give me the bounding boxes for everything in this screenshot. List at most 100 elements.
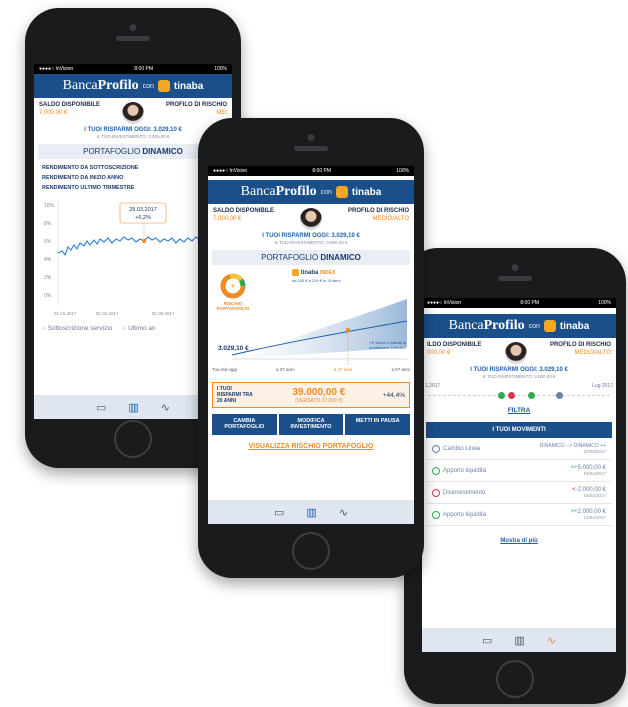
banca-profilo-logo: BancaProfilo	[62, 78, 139, 93]
rischio-value: MEDIO/ALTO	[372, 216, 409, 222]
movement-date: 22/05/2017	[583, 449, 606, 454]
movement-name: Disinvestimento	[443, 489, 486, 496]
avatar[interactable]	[504, 342, 527, 364]
deposit-icon	[432, 510, 440, 519]
speaker	[116, 36, 150, 41]
movement-date: 18/04/2017	[583, 471, 606, 476]
wallet-icon[interactable]: ▭	[274, 506, 284, 519]
home-button[interactable]	[114, 420, 152, 458]
age-tick: a 47 anni	[333, 367, 353, 372]
movement-date: 15/04/2017	[583, 493, 606, 498]
projection-paid: (VERSATO 27.000 €)	[295, 397, 343, 404]
y-tick: 6%	[44, 239, 52, 245]
timeline[interactable]	[428, 389, 610, 401]
rischio-label: PROFILO DI RISCHIO	[549, 342, 611, 348]
avatar[interactable]	[300, 208, 322, 230]
projection-percent: +44,4%	[382, 391, 405, 399]
speaker	[498, 276, 532, 281]
tinaba-logo-icon	[157, 80, 170, 92]
show-more-link[interactable]: Mostra di più	[422, 538, 616, 544]
tab-bar: ▭ ▥ ∿	[422, 628, 616, 652]
brand-con: con	[528, 322, 540, 330]
activity-icon[interactable]: ∿	[547, 634, 556, 647]
x-tick: 01.03.2017	[96, 311, 119, 316]
status-bar: ●●●●○ InVision 8:00 PM 100%	[34, 64, 232, 74]
projection-box: I TUOI RISPARMI TRA 20 ANNI 39.000,00 € …	[212, 382, 410, 408]
battery: 100%	[396, 168, 409, 174]
tinaba-wordmark: tinaba	[173, 80, 204, 92]
activity-icon[interactable]: ∿	[339, 506, 348, 519]
age-tick: Tua età oggi	[212, 367, 237, 372]
time: 8:00 PM	[312, 168, 331, 174]
line-change-icon	[432, 444, 440, 453]
home-button[interactable]	[292, 532, 330, 570]
tooltip-value: +6,2%	[135, 215, 151, 221]
time: 8:00 PM	[134, 66, 153, 72]
saldo-label: ILDO DISPONIBILE	[427, 342, 482, 348]
portfolio-band: PORTAFOGLIO DINAMICO	[212, 250, 410, 265]
tinaba-wordmark: tinaba	[559, 320, 590, 332]
projection-chart[interactable]	[212, 285, 410, 365]
movements-title: I TUOI MOVIMENTI	[426, 422, 612, 438]
avatar[interactable]	[122, 102, 144, 124]
age-axis: Tua età oggi a 37 anni a 47 anni a 57 an…	[212, 367, 410, 372]
movement-row[interactable]: Apporto liquidità >+5.000,00 €18/04/2017	[426, 460, 612, 482]
bar-chart-icon[interactable]: ▥	[128, 401, 138, 414]
movements-list: Cambio Linea DINAMICO --> DINAMICO ++ 22/…	[426, 438, 612, 526]
saldo-value: 7.000,00 €	[39, 110, 68, 116]
y-tick: 10%	[44, 203, 55, 209]
investment-total: IL TUO INVESTIMENTO: 3.000,00 €	[274, 240, 348, 245]
deposit-icon	[432, 466, 440, 475]
x-tick: 01.01.2017	[54, 311, 77, 316]
withdrawal-icon	[432, 488, 440, 497]
account-row: ILDO DISPONIBILE 000,00 € PROFILO DI RISC…	[422, 338, 616, 364]
screen-center: ●●●●○ InVision 8:00 PM 100% BancaProfilo…	[208, 166, 414, 524]
pause-button[interactable]: METTI IN PAUSA	[345, 414, 411, 435]
radio-subscription[interactable]: ○ Sottoscrizione servizio	[42, 325, 112, 332]
radio-last-year[interactable]: ○ Ultimo an	[122, 325, 155, 332]
brand-con: con	[320, 188, 332, 196]
saldo-value: 000,00 €	[427, 350, 451, 356]
timeline-dot[interactable]	[508, 392, 515, 399]
activity-icon[interactable]: ∿	[161, 401, 170, 414]
movement-row[interactable]: Cambio Linea DINAMICO --> DINAMICO ++ 22/…	[426, 438, 612, 460]
brand-con: con	[142, 82, 154, 90]
home-button[interactable]	[496, 660, 534, 698]
bar-chart-icon[interactable]: ▥	[514, 634, 524, 647]
age-tick: a 37 anni	[276, 367, 295, 372]
camera-icon	[129, 24, 137, 31]
carrier: ●●●●○ InVision	[427, 300, 462, 306]
timeline-dot[interactable]	[498, 392, 505, 399]
saldo-label: SALDO DISPONIBILE	[39, 102, 101, 108]
filter-link[interactable]: FILTRA	[422, 407, 616, 414]
tooltip-date: 28.03.2017	[129, 207, 157, 213]
tab-bar: ▭ ▥ ∿	[208, 500, 414, 524]
timeline-dot[interactable]	[528, 392, 535, 399]
movement-row[interactable]: Apporto liquidità >+2.000,00 €12/04/2017	[426, 504, 612, 526]
banca-profilo-logo: BancaProfilo	[448, 318, 525, 333]
carrier: ●●●●○ InVision	[39, 66, 74, 72]
account-row: SALDO DISPONIBILE 7.000,00 € PROFILO DI R…	[208, 204, 414, 230]
wallet-icon[interactable]: ▭	[482, 634, 492, 647]
brand-header: BancaProfilo con tinaba	[34, 74, 232, 98]
movement-row[interactable]: Disinvestimento <-2.000,00 €15/04/2017	[426, 482, 612, 504]
camera-icon	[307, 134, 315, 141]
status-bar: ●●●●○ InVision 8:00 PM 100%	[422, 298, 616, 308]
age-tick: a 57 anni	[391, 367, 410, 372]
tinaba-logo-icon	[543, 320, 556, 332]
selected-point	[142, 239, 146, 243]
bar-chart-icon[interactable]: ▥	[306, 506, 316, 519]
timeline-dot[interactable]	[556, 392, 563, 399]
brand-header: BancaProfilo con tinaba	[422, 314, 616, 338]
modify-investment-button[interactable]: MODIFICA INVESTIMENTO	[278, 414, 344, 435]
time: 8:00 PM	[520, 300, 539, 306]
wallet-icon[interactable]: ▭	[96, 401, 106, 414]
y-tick: 4%	[44, 257, 52, 263]
tinaba-wordmark: tinaba	[351, 186, 382, 198]
banca-profilo-logo: BancaProfilo	[240, 184, 317, 199]
index-subtitle: da 100 € a 229 € in 20 anni	[292, 278, 341, 283]
change-portfolio-button[interactable]: CAMBIA PORTAFOGLIO	[212, 414, 277, 435]
view-risk-link[interactable]: VISUALIZZA RISCHIO PORTAFOGLIO	[208, 443, 414, 450]
camera-icon	[511, 264, 519, 271]
carrier: ●●●●○ InVision	[213, 168, 248, 174]
